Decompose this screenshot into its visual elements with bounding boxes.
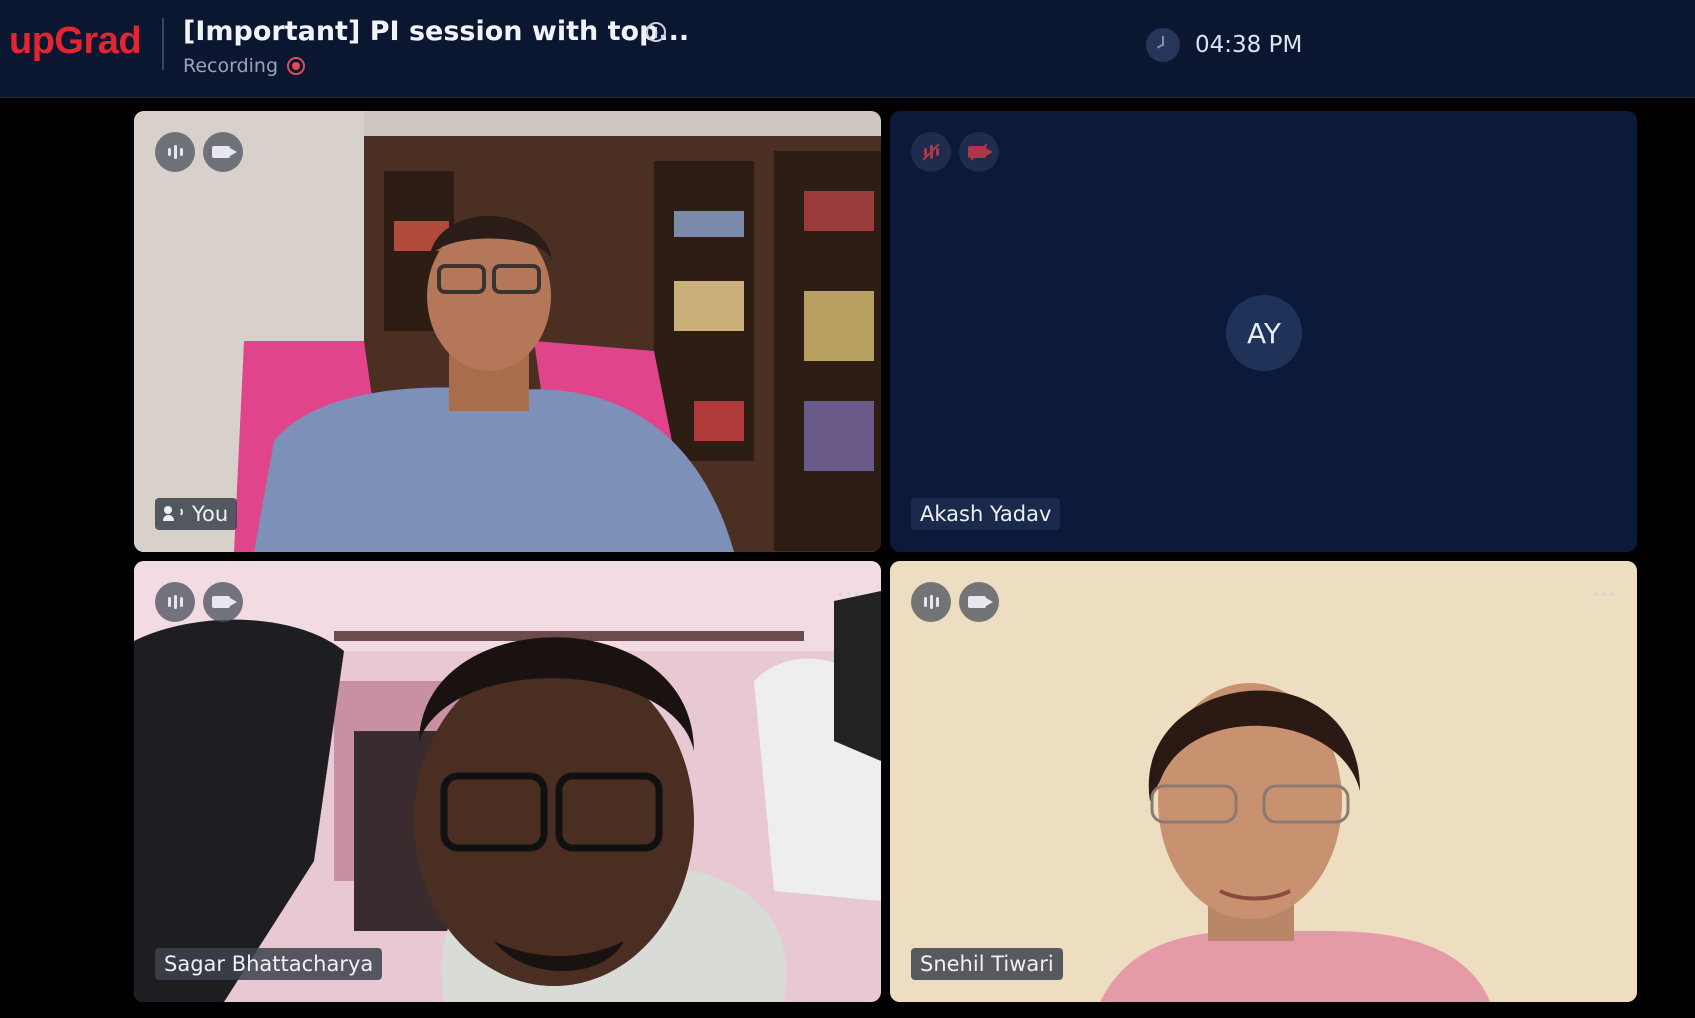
camera-status[interactable] bbox=[203, 582, 243, 622]
participant-video-feed bbox=[134, 111, 881, 552]
video-tile-snehil-tiwari[interactable]: ··· Snehil Tiwari bbox=[890, 561, 1637, 1002]
camera-off-icon bbox=[967, 146, 993, 158]
mic-status[interactable] bbox=[155, 132, 195, 172]
meeting-clock: 04:38 PM bbox=[1146, 28, 1302, 62]
mic-status[interactable] bbox=[155, 582, 195, 622]
camera-status-off[interactable] bbox=[959, 132, 999, 172]
media-status bbox=[155, 582, 243, 622]
mic-icon bbox=[923, 595, 939, 609]
participant-name: You bbox=[192, 502, 229, 526]
video-tile-sagar-bhattacharya[interactable]: ··· Sagar Bhattacharya bbox=[134, 561, 881, 1002]
header-divider bbox=[162, 18, 164, 70]
participant-video-feed bbox=[134, 561, 881, 1002]
info-icon[interactable] bbox=[646, 22, 666, 42]
participant-name-tag: You bbox=[155, 498, 238, 530]
participant-name: Sagar Bhattacharya bbox=[164, 952, 374, 976]
participant-name: Snehil Tiwari bbox=[920, 952, 1054, 976]
meeting-header: upGrad [Important] PI session with top..… bbox=[0, 0, 1695, 98]
active-speaker-icon bbox=[163, 506, 184, 522]
clock-time: 04:38 PM bbox=[1195, 32, 1303, 58]
participant-avatar: AY bbox=[1226, 295, 1302, 371]
mic-status-muted[interactable] bbox=[911, 132, 951, 172]
camera-icon bbox=[967, 596, 993, 608]
upgrad-logo: upGrad bbox=[9, 20, 142, 62]
meeting-title: [Important] PI session with top... bbox=[183, 16, 690, 47]
more-options-icon[interactable]: ··· bbox=[837, 583, 861, 608]
video-tile-akash-yadav[interactable]: AY Akash Yadav bbox=[890, 111, 1637, 552]
participant-name-tag: Snehil Tiwari bbox=[911, 948, 1063, 980]
camera-status[interactable] bbox=[203, 132, 243, 172]
media-status bbox=[911, 132, 999, 172]
media-status bbox=[155, 132, 243, 172]
media-status bbox=[911, 582, 999, 622]
video-tile-you[interactable]: You bbox=[134, 111, 881, 552]
participant-name: Akash Yadav bbox=[920, 502, 1052, 526]
more-options-icon[interactable]: ··· bbox=[1593, 583, 1617, 608]
mic-icon bbox=[167, 145, 183, 159]
mic-off-icon bbox=[923, 145, 939, 159]
camera-icon bbox=[211, 596, 237, 608]
participant-name-tag: Sagar Bhattacharya bbox=[155, 948, 383, 980]
camera-status[interactable] bbox=[959, 582, 999, 622]
recording-dot-icon bbox=[287, 57, 306, 75]
participant-name-tag: Akash Yadav bbox=[911, 498, 1061, 530]
camera-icon bbox=[211, 146, 237, 158]
participant-video-feed bbox=[890, 561, 1637, 1002]
recording-status: Recording bbox=[183, 55, 306, 77]
mic-icon bbox=[167, 595, 183, 609]
clock-icon bbox=[1146, 28, 1180, 62]
mic-status[interactable] bbox=[911, 582, 951, 622]
recording-label: Recording bbox=[183, 55, 279, 77]
